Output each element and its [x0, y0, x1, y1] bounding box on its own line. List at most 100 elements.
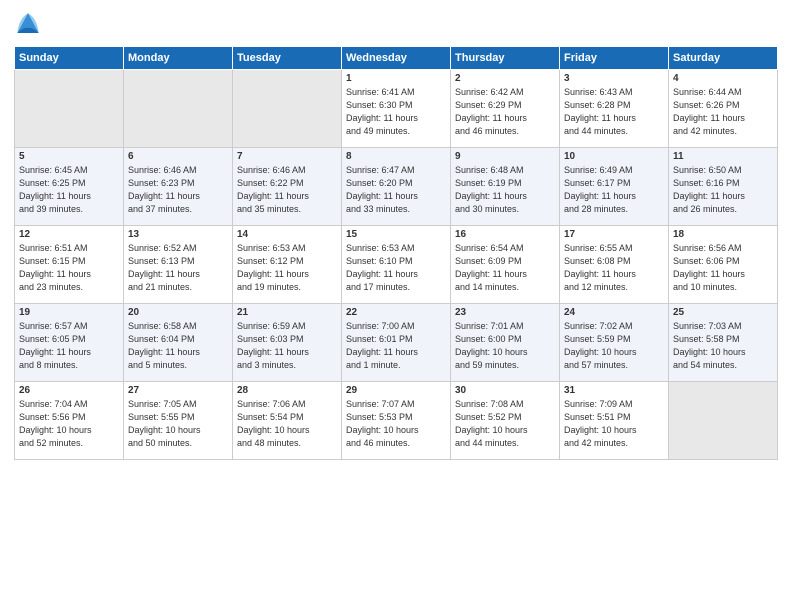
cell-info: Daylight: 11 hours: [19, 268, 119, 281]
cell-info: Sunrise: 6:52 AM: [128, 242, 228, 255]
day-number: 31: [564, 385, 664, 396]
cell-info: Daylight: 10 hours: [673, 346, 773, 359]
cell-info: and 59 minutes.: [455, 359, 555, 372]
calendar-cell: 13Sunrise: 6:52 AMSunset: 6:13 PMDayligh…: [124, 226, 233, 304]
day-number: 7: [237, 151, 337, 162]
cell-info: Sunset: 6:17 PM: [564, 177, 664, 190]
day-number: 6: [128, 151, 228, 162]
cell-info: Daylight: 10 hours: [564, 424, 664, 437]
cell-info: Sunrise: 6:45 AM: [19, 164, 119, 177]
calendar-cell: 3Sunrise: 6:43 AMSunset: 6:28 PMDaylight…: [560, 70, 669, 148]
cell-info: Sunset: 6:03 PM: [237, 333, 337, 346]
cell-info: Daylight: 10 hours: [455, 424, 555, 437]
day-number: 18: [673, 229, 773, 240]
calendar-cell: 23Sunrise: 7:01 AMSunset: 6:00 PMDayligh…: [451, 304, 560, 382]
calendar-cell: 7Sunrise: 6:46 AMSunset: 6:22 PMDaylight…: [233, 148, 342, 226]
cell-info: and 1 minute.: [346, 359, 446, 372]
cell-info: Sunset: 6:04 PM: [128, 333, 228, 346]
cell-info: Sunrise: 7:06 AM: [237, 398, 337, 411]
weekday-header-wednesday: Wednesday: [342, 47, 451, 70]
cell-info: and 8 minutes.: [19, 359, 119, 372]
calendar-cell: 22Sunrise: 7:00 AMSunset: 6:01 PMDayligh…: [342, 304, 451, 382]
calendar-week-4: 19Sunrise: 6:57 AMSunset: 6:05 PMDayligh…: [15, 304, 778, 382]
cell-info: and 12 minutes.: [564, 281, 664, 294]
cell-info: and 5 minutes.: [128, 359, 228, 372]
cell-info: Daylight: 10 hours: [19, 424, 119, 437]
cell-info: Sunset: 6:05 PM: [19, 333, 119, 346]
calendar-cell: [233, 70, 342, 148]
cell-info: and 42 minutes.: [673, 125, 773, 138]
page-container: SundayMondayTuesdayWednesdayThursdayFrid…: [0, 0, 792, 470]
cell-info: and 46 minutes.: [346, 437, 446, 450]
day-number: 20: [128, 307, 228, 318]
cell-info: and 17 minutes.: [346, 281, 446, 294]
cell-info: Daylight: 11 hours: [128, 346, 228, 359]
day-number: 29: [346, 385, 446, 396]
page-header: [14, 10, 778, 38]
cell-info: Daylight: 11 hours: [455, 190, 555, 203]
calendar-cell: 30Sunrise: 7:08 AMSunset: 5:52 PMDayligh…: [451, 382, 560, 460]
cell-info: Sunrise: 6:51 AM: [19, 242, 119, 255]
cell-info: Sunrise: 6:59 AM: [237, 320, 337, 333]
cell-info: Sunset: 5:58 PM: [673, 333, 773, 346]
cell-info: Sunrise: 6:46 AM: [237, 164, 337, 177]
weekday-header-tuesday: Tuesday: [233, 47, 342, 70]
cell-info: and 54 minutes.: [673, 359, 773, 372]
cell-info: Sunset: 6:25 PM: [19, 177, 119, 190]
day-number: 5: [19, 151, 119, 162]
day-number: 4: [673, 73, 773, 84]
cell-info: and 49 minutes.: [346, 125, 446, 138]
header-row: SundayMondayTuesdayWednesdayThursdayFrid…: [15, 47, 778, 70]
day-number: 15: [346, 229, 446, 240]
calendar-cell: [124, 70, 233, 148]
calendar-cell: 21 Sunrise: 6:59 AMSunset: 6:03 PMDayligh…: [233, 304, 342, 382]
cell-info: Daylight: 11 hours: [346, 346, 446, 359]
day-number: 1: [346, 73, 446, 84]
cell-info: Daylight: 11 hours: [564, 190, 664, 203]
cell-info: and 57 minutes.: [564, 359, 664, 372]
cell-info: Sunset: 6:30 PM: [346, 99, 446, 112]
day-number: 27: [128, 385, 228, 396]
cell-info: Sunrise: 7:09 AM: [564, 398, 664, 411]
cell-info: and 21 minutes.: [128, 281, 228, 294]
day-number: 23: [455, 307, 555, 318]
day-number: 28: [237, 385, 337, 396]
calendar-cell: 28Sunrise: 7:06 AMSunset: 5:54 PMDayligh…: [233, 382, 342, 460]
calendar-header: SundayMondayTuesdayWednesdayThursdayFrid…: [15, 47, 778, 70]
weekday-header-sunday: Sunday: [15, 47, 124, 70]
day-number: 8: [346, 151, 446, 162]
calendar-cell: 24Sunrise: 7:02 AMSunset: 5:59 PMDayligh…: [560, 304, 669, 382]
calendar-cell: 12Sunrise: 6:51 AMSunset: 6:15 PMDayligh…: [15, 226, 124, 304]
cell-info: and 52 minutes.: [19, 437, 119, 450]
cell-info: and 37 minutes.: [128, 203, 228, 216]
cell-info: Sunset: 6:26 PM: [673, 99, 773, 112]
calendar-cell: 8Sunrise: 6:47 AMSunset: 6:20 PMDaylight…: [342, 148, 451, 226]
cell-info: Sunset: 6:19 PM: [455, 177, 555, 190]
cell-info: Daylight: 10 hours: [237, 424, 337, 437]
calendar-cell: 25Sunrise: 7:03 AMSunset: 5:58 PMDayligh…: [669, 304, 778, 382]
cell-info: Sunset: 6:10 PM: [346, 255, 446, 268]
cell-info: Sunset: 6:16 PM: [673, 177, 773, 190]
cell-info: and 44 minutes.: [455, 437, 555, 450]
day-number: 21: [237, 307, 337, 318]
logo-icon: [14, 10, 42, 38]
cell-info: and 39 minutes.: [19, 203, 119, 216]
cell-info: Sunrise: 6:58 AM: [128, 320, 228, 333]
cell-info: Daylight: 11 hours: [564, 268, 664, 281]
cell-info: and 46 minutes.: [455, 125, 555, 138]
cell-info: Sunrise: 6:50 AM: [673, 164, 773, 177]
cell-info: Daylight: 11 hours: [237, 346, 337, 359]
day-number: 30: [455, 385, 555, 396]
calendar-week-2: 5 Sunrise: 6:45 AMSunset: 6:25 PM Daylight…: [15, 148, 778, 226]
calendar-week-1: 1Sunrise: 6:41 AMSunset: 6:30 PMDaylight…: [15, 70, 778, 148]
cell-info: Sunset: 6:13 PM: [128, 255, 228, 268]
calendar-cell: 1Sunrise: 6:41 AMSunset: 6:30 PMDaylight…: [342, 70, 451, 148]
day-number: 16: [455, 229, 555, 240]
day-number: 11: [673, 151, 773, 162]
cell-info: Sunset: 6:09 PM: [455, 255, 555, 268]
cell-info: Daylight: 10 hours: [346, 424, 446, 437]
weekday-header-monday: Monday: [124, 47, 233, 70]
calendar-cell: 9Sunrise: 6:48 AMSunset: 6:19 PMDaylight…: [451, 148, 560, 226]
cell-info: Daylight: 11 hours: [346, 190, 446, 203]
day-number: 14: [237, 229, 337, 240]
